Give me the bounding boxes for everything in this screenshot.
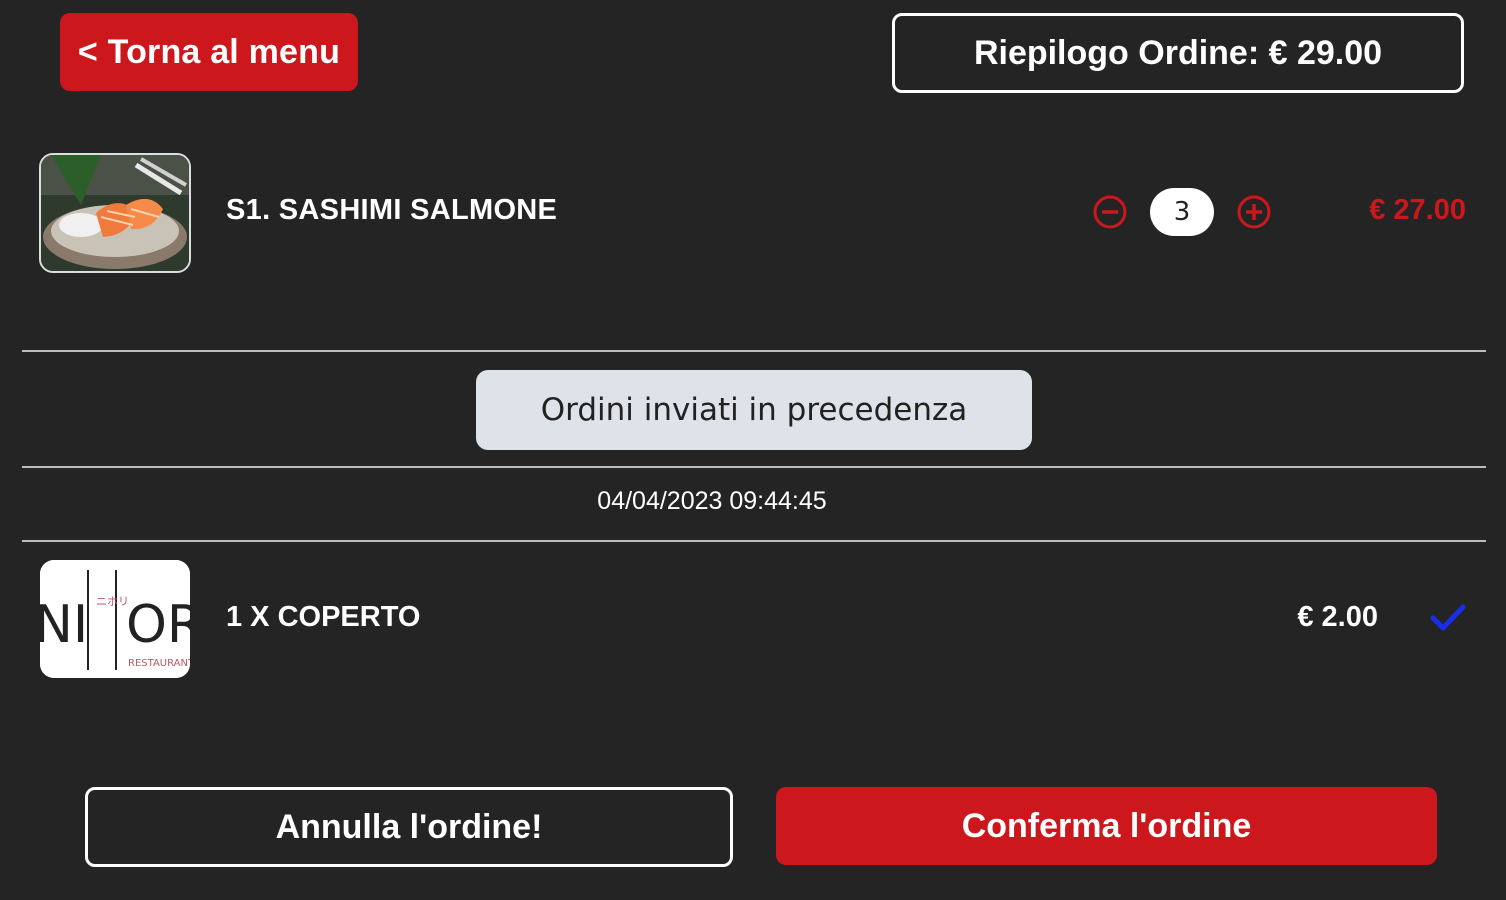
decrease-quantity-icon[interactable] bbox=[1093, 195, 1127, 229]
quantity-value: 3 bbox=[1150, 188, 1214, 236]
order-summary-page: < Torna al menu Riepilogo Ordine: € 29.0… bbox=[0, 0, 1506, 900]
cancel-order-button[interactable]: Annulla l'ordine! bbox=[85, 787, 733, 867]
cart-item-row: S1. SASHIMI SALMONE 3 € 27.00 bbox=[0, 150, 1506, 280]
previous-item-price: € 2.00 bbox=[1297, 601, 1378, 633]
sashimi-image bbox=[41, 155, 189, 271]
cart-item-price: € 27.00 bbox=[1369, 194, 1466, 226]
previous-orders-button[interactable]: Ordini inviati in precedenza bbox=[476, 370, 1032, 450]
restaurant-logo-image: NI ニホリ OR RESTAURANT bbox=[40, 560, 190, 678]
divider bbox=[22, 350, 1486, 352]
svg-text:OR: OR bbox=[126, 595, 190, 655]
sashimi-photo bbox=[39, 153, 191, 273]
divider bbox=[22, 540, 1486, 542]
check-icon bbox=[1430, 604, 1466, 631]
increase-quantity-icon[interactable] bbox=[1237, 195, 1271, 229]
back-to-menu-button[interactable]: < Torna al menu bbox=[60, 13, 358, 91]
logo-subtext: RESTAURANT bbox=[128, 658, 190, 669]
restaurant-logo: NI ニホリ OR RESTAURANT bbox=[40, 560, 190, 678]
previous-order-date: 04/04/2023 09:44:45 bbox=[597, 487, 827, 515]
cart-item-name: S1. SASHIMI SALMONE bbox=[226, 194, 558, 226]
order-summary-total: Riepilogo Ordine: € 29.00 bbox=[892, 13, 1464, 93]
confirm-order-button[interactable]: Conferma l'ordine bbox=[776, 787, 1437, 865]
divider bbox=[22, 466, 1486, 468]
previous-item-name: 1 X COPERTO bbox=[226, 601, 421, 633]
previous-order-row: NI ニホリ OR RESTAURANT 1 X COPERTO € 2.00 bbox=[0, 558, 1506, 683]
logo-kana: ニホリ bbox=[96, 595, 129, 608]
svg-text:NI: NI bbox=[40, 595, 88, 655]
